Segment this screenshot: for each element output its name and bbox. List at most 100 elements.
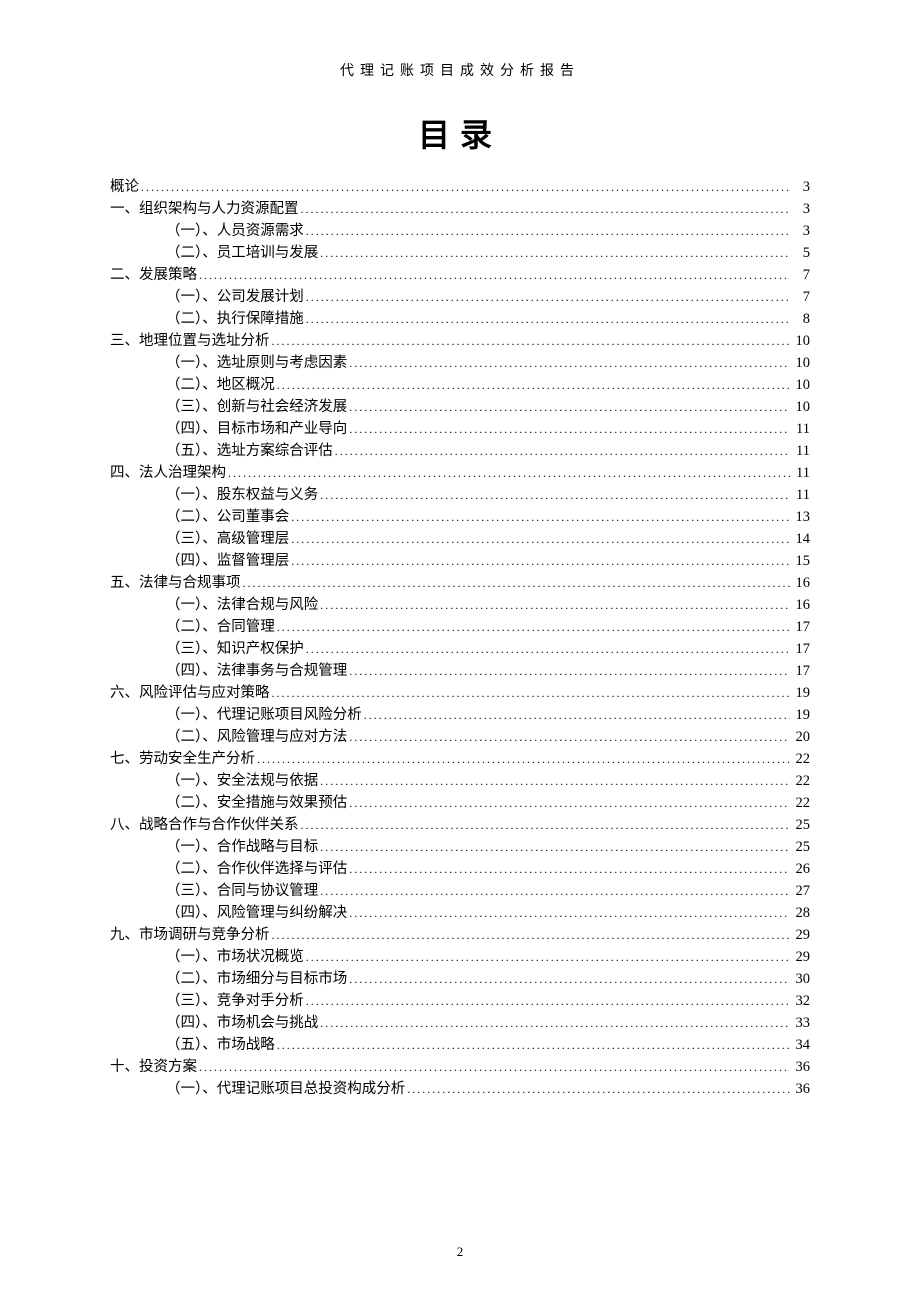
- toc-entry-label: （三）、高级管理层: [166, 532, 289, 547]
- toc-entry-label: （三）、知识产权保护: [166, 642, 304, 657]
- toc-entry-label: （二）、合作伙伴选择与评估: [166, 862, 347, 877]
- toc-leader-dots: [320, 246, 790, 261]
- toc-leader-dots: [199, 268, 790, 283]
- toc-entry: 概论3: [110, 180, 810, 195]
- toc-entry: （一）、代理记账项目风险分析 19: [110, 708, 810, 723]
- toc-leader-dots: [291, 532, 790, 547]
- toc-entry-page: 26: [792, 862, 810, 877]
- toc-entry-label: 七、劳动安全生产分析: [110, 752, 255, 767]
- toc-leader-dots: [291, 554, 790, 569]
- toc-entry-page: 8: [792, 312, 810, 327]
- page-number: 2: [0, 1244, 920, 1260]
- toc-entry-label: （二）、地区概况: [166, 378, 275, 393]
- toc-entry-page: 15: [792, 554, 810, 569]
- toc-entry-page: 11: [792, 422, 810, 437]
- toc-entry: （一）、选址原则与考虑因素10: [110, 356, 810, 371]
- toc-entry-page: 27: [792, 884, 810, 899]
- document-header: 代理记账项目成效分析报告: [110, 60, 810, 80]
- toc-entry-label: 五、法律与合规事项: [110, 576, 241, 591]
- toc-leader-dots: [257, 752, 790, 767]
- toc-entry-page: 22: [792, 796, 810, 811]
- toc-entry: （一）、人员资源需求3: [110, 224, 810, 239]
- toc-entry-label: （二）、风险管理与应对方法: [166, 730, 347, 745]
- toc-leader-dots: [306, 224, 790, 239]
- toc-entry-label: （四）、监督管理层: [166, 554, 289, 569]
- toc-entry-label: （二）、执行保障措施: [166, 312, 304, 327]
- toc-entry: 四、法人治理架构11: [110, 466, 810, 481]
- toc-entry-label: （三）、合同与协议管理: [166, 884, 318, 899]
- toc-entry: （一）、代理记账项目总投资构成分析36: [110, 1082, 810, 1097]
- toc-entry-label: （一）、市场状况概览: [166, 950, 304, 965]
- toc-leader-dots: [320, 598, 790, 613]
- toc-leader-dots: [199, 1060, 790, 1075]
- toc-entry-label: （四）、市场机会与挑战: [166, 1016, 318, 1031]
- toc-entry-label: （一）、代理记账项目风险分析: [166, 708, 362, 723]
- toc-entry: （一）、合作战略与目标25: [110, 840, 810, 855]
- toc-leader-dots: [349, 422, 790, 437]
- toc-leader-dots: [277, 620, 790, 635]
- toc-leader-dots: [272, 686, 791, 701]
- toc-entry-page: 10: [792, 378, 810, 393]
- toc-leader-dots: [141, 180, 790, 195]
- toc-entry-label: （三）、创新与社会经济发展: [166, 400, 347, 415]
- toc-entry: 五、法律与合规事项16: [110, 576, 810, 591]
- toc-entry: （四）、风险管理与纠纷解决 28: [110, 906, 810, 921]
- toc-entry: 六、风险评估与应对策略19: [110, 686, 810, 701]
- document-page: 代理记账项目成效分析报告 目录 概论3一、组织架构与人力资源配置3（一）、人员资…: [0, 0, 920, 1144]
- toc-leader-dots: [407, 1082, 790, 1097]
- toc-entry-page: 10: [792, 334, 810, 349]
- toc-entry-page: 25: [792, 818, 810, 833]
- toc-entry: （二）、安全措施与效果预估22: [110, 796, 810, 811]
- toc-entry-label: （一）、股东权益与义务: [166, 488, 318, 503]
- toc-entry-label: （一）、公司发展计划: [166, 290, 304, 305]
- toc-leader-dots: [228, 466, 790, 481]
- toc-entry: 二、发展策略7: [110, 268, 810, 283]
- toc-entry-label: （四）、风险管理与纠纷解决: [166, 906, 347, 921]
- toc-entry-label: （五）、市场战略: [166, 1038, 275, 1053]
- toc-entry-page: 28: [792, 906, 810, 921]
- toc-entry-page: 7: [792, 268, 810, 283]
- toc-entry-page: 10: [792, 356, 810, 371]
- toc-entry: （五）、选址方案综合评估11: [110, 444, 810, 459]
- toc-leader-dots: [349, 796, 790, 811]
- toc-entry-page: 22: [792, 752, 810, 767]
- toc-entry: （三）、创新与社会经济发展 10: [110, 400, 810, 415]
- toc-entry-page: 11: [792, 466, 810, 481]
- toc-leader-dots: [320, 774, 790, 789]
- toc-entry: 七、劳动安全生产分析 22: [110, 752, 810, 767]
- toc-leader-dots: [364, 708, 790, 723]
- toc-entry-page: 30: [792, 972, 810, 987]
- toc-entry: 一、组织架构与人力资源配置3: [110, 202, 810, 217]
- toc-entry: （四）、监督管理层 15: [110, 554, 810, 569]
- toc-entry-label: 一、组织架构与人力资源配置: [110, 202, 299, 217]
- toc-entry-page: 32: [792, 994, 810, 1009]
- toc-entry-page: 10: [792, 400, 810, 415]
- toc-entry: （五）、市场战略34: [110, 1038, 810, 1053]
- toc-entry-page: 29: [792, 950, 810, 965]
- toc-entry-label: 十、投资方案: [110, 1060, 197, 1075]
- toc-entry: （二）、市场细分与目标市场30: [110, 972, 810, 987]
- toc-entry-label: （二）、合同管理: [166, 620, 275, 635]
- toc-entry-label: （四）、目标市场和产业导向: [166, 422, 347, 437]
- toc-entry-label: （三）、竞争对手分析: [166, 994, 304, 1009]
- toc-entry: （一）、法律合规与风险16: [110, 598, 810, 613]
- toc-entry: （二）、合作伙伴选择与评估 26: [110, 862, 810, 877]
- toc-entry: （一）、安全法规与依据22: [110, 774, 810, 789]
- toc-leader-dots: [320, 884, 790, 899]
- toc-title: 目录: [110, 110, 810, 156]
- toc-leader-dots: [349, 400, 790, 415]
- toc-leader-dots: [320, 840, 790, 855]
- toc-leader-dots: [243, 576, 791, 591]
- toc-entry-label: 三、地理位置与选址分析: [110, 334, 270, 349]
- toc-entry-page: 3: [792, 180, 810, 195]
- toc-entry-label: （二）、公司董事会: [166, 510, 289, 525]
- toc-entry: （二）、风险管理与应对方法20: [110, 730, 810, 745]
- toc-leader-dots: [291, 510, 790, 525]
- toc-entry-page: 11: [792, 444, 810, 459]
- toc-leader-dots: [349, 356, 790, 371]
- toc-entry-label: （一）、人员资源需求: [166, 224, 304, 239]
- toc-entry-page: 5: [792, 246, 810, 261]
- toc-entry: 九、市场调研与竞争分析29: [110, 928, 810, 943]
- toc-entry-page: 19: [792, 708, 810, 723]
- toc-leader-dots: [320, 488, 790, 503]
